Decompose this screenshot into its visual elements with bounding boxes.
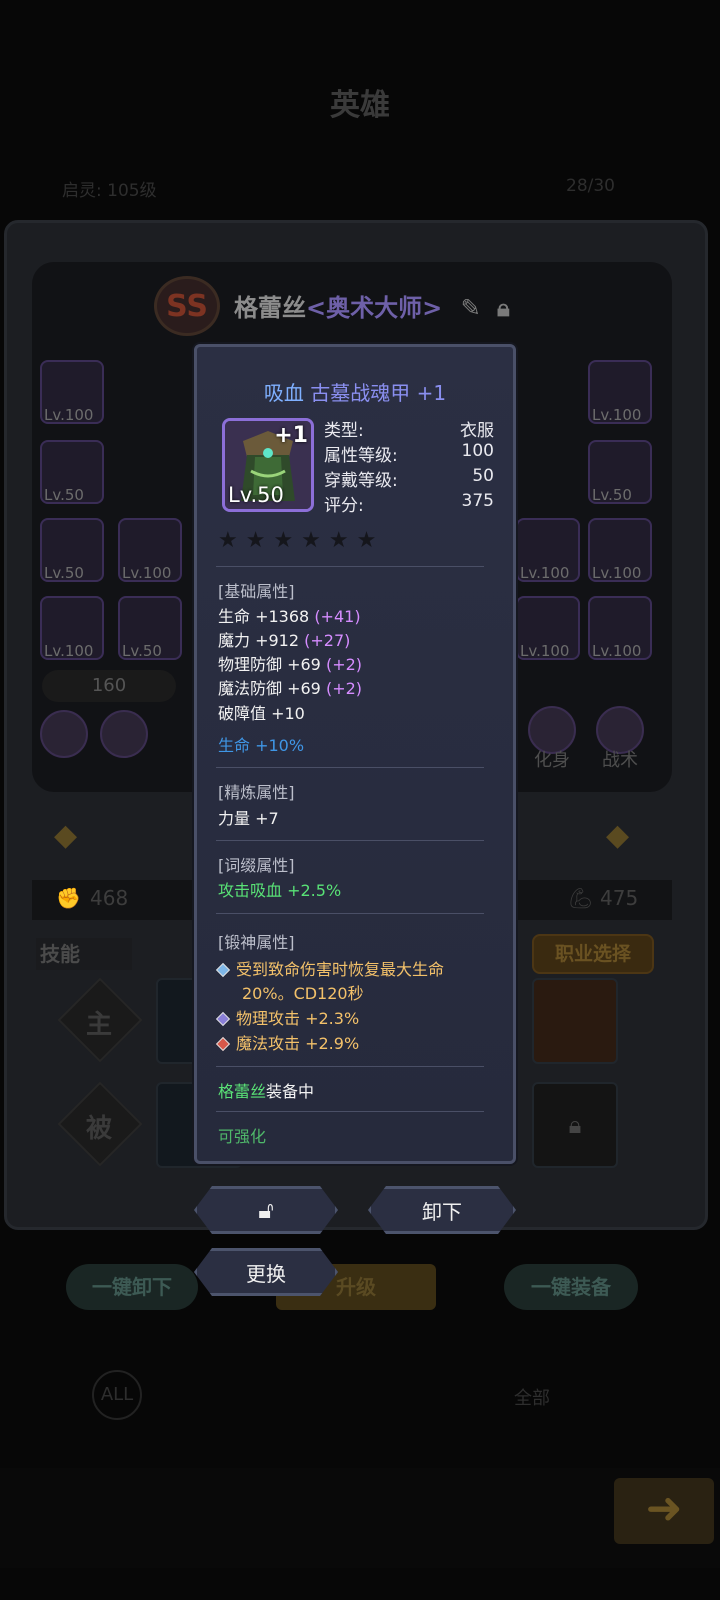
unequip-button[interactable]: 卸下 <box>368 1186 516 1234</box>
basic-attr-row: 魔法防御 +69 (+2) <box>218 679 363 698</box>
passive-skill-label: 被 <box>86 1114 113 1144</box>
forge-attr-row-cont: 20%。CD120秒 <box>242 984 364 1003</box>
diamond-icon <box>215 1036 231 1052</box>
tactics-label: 战术 <box>602 750 638 771</box>
locked-skill-slot[interactable]: 🔒︎ <box>532 1082 618 1168</box>
unlock-icon: 🔓︎ <box>258 1196 274 1224</box>
item-level: Lv.50 <box>228 483 284 507</box>
item-prefix: 吸血 <box>263 381 304 405</box>
bottom-nav <box>0 1468 720 1568</box>
active-skill-label: 主 <box>86 1010 113 1040</box>
skill-slot[interactable] <box>532 978 618 1064</box>
diamond-icon <box>215 962 231 978</box>
fist-icon: ✊ <box>56 886 81 910</box>
divider <box>216 566 484 567</box>
basic-attr-row: 破障值 +10 <box>218 704 305 723</box>
arm-icon: 💪︎ <box>568 886 594 910</box>
lock-icon[interactable]: 🔒︎ <box>497 294 510 322</box>
spirit-icon[interactable] <box>100 710 148 758</box>
meta-row: 类型: 衣服 <box>324 421 494 441</box>
hero-class: <奥术大师> <box>306 294 443 322</box>
item-icon: +1 Lv.50 <box>222 418 314 512</box>
job-select-button[interactable]: 职业选择 <box>532 934 654 974</box>
equip-slot[interactable]: Lv.100 <box>40 360 104 424</box>
item-enhance-level: +1 <box>274 423 308 448</box>
next-arrow-icon[interactable]: ◆ <box>606 818 629 853</box>
filter-label[interactable]: 全部 <box>514 1384 550 1410</box>
unequip-all-button[interactable]: 一键卸下 <box>66 1264 198 1310</box>
basic-attr-row: 生命 +1368 (+41) <box>218 607 361 626</box>
refine-attr-title: [精炼属性] <box>218 783 295 802</box>
divider <box>216 840 484 841</box>
forge-attr-row: 受到致命伤害时恢复最大生命 <box>215 956 444 980</box>
lock-button[interactable]: 🔓︎ <box>194 1186 338 1234</box>
shield-icon[interactable] <box>40 710 88 758</box>
skills-tab: 技能 <box>36 938 132 970</box>
power-value: 160 <box>42 670 176 702</box>
awaken-level: 启灵: 105级 <box>62 181 157 201</box>
star-rating: ★★★★★★ <box>218 528 385 553</box>
basic-attr-row: 魔力 +912 (+27) <box>218 631 351 650</box>
stat-right: 475 <box>600 886 639 910</box>
equip-slot[interactable]: Lv.50 <box>40 440 104 504</box>
item-title: 吸血 古墓战魂甲 +1 <box>197 377 513 406</box>
hero-name: 格蕾丝 <box>234 294 306 322</box>
hero-count: 28/30 <box>566 176 615 196</box>
basic-attr-title: [基础属性] <box>218 582 295 601</box>
equip-slot[interactable]: Lv.50 <box>588 440 652 504</box>
basic-extra-attr: 生命 +10% <box>218 736 305 755</box>
refine-attr-row: 力量 +7 <box>218 809 279 828</box>
diamond-icon <box>215 1011 231 1027</box>
divider <box>216 913 484 914</box>
forge-attr-row: 物理攻击 +2.3% <box>215 1005 359 1029</box>
edit-icon[interactable]: ✎ <box>461 294 481 322</box>
meta-row: 评分: 375 <box>324 491 494 516</box>
equip-slot[interactable]: Lv.100 <box>588 360 652 424</box>
meta-row: 属性等级: 100 <box>324 441 494 466</box>
screen-title: 英雄 <box>330 88 390 123</box>
prev-arrow-icon[interactable]: ◆ <box>54 818 77 853</box>
rarity-badge: SS <box>154 276 220 336</box>
upgradable-status: 可强化 <box>218 1127 267 1146</box>
divider <box>216 1066 484 1067</box>
avatar-label: 化身 <box>534 750 570 771</box>
equipped-status: 格蕾丝装备中 <box>218 1082 315 1101</box>
replace-button[interactable]: 更换 <box>194 1248 338 1296</box>
stat-left: 468 <box>90 886 129 910</box>
equip-all-button[interactable]: 一键装备 <box>504 1264 638 1310</box>
divider <box>216 1111 484 1112</box>
basic-attr-row: 物理防御 +69 (+2) <box>218 655 363 674</box>
equip-slot[interactable]: Lv.100 <box>40 596 104 660</box>
equip-slot[interactable]: Lv.100 <box>516 596 580 660</box>
meta-row: 穿戴等级: 50 <box>324 466 494 491</box>
equip-slot[interactable]: Lv.100 <box>588 596 652 660</box>
forward-arrow-icon[interactable]: ➜ <box>614 1478 714 1544</box>
equip-slot[interactable]: Lv.100 <box>588 518 652 582</box>
forge-attr-row: 魔法攻击 +2.9% <box>215 1030 359 1054</box>
divider <box>216 767 484 768</box>
equip-slot[interactable]: Lv.50 <box>118 596 182 660</box>
affix-attr-title: [词缀属性] <box>218 856 295 875</box>
hero-name-bar: 格蕾丝<奥术大师> ✎ 🔒︎ <box>234 288 510 323</box>
equip-slot[interactable]: Lv.50 <box>40 518 104 582</box>
item-name: 古墓战魂甲 +1 <box>310 381 447 405</box>
forge-attr-title: [锻神属性] <box>218 933 295 952</box>
filter-all-button[interactable]: ALL <box>92 1370 142 1420</box>
equip-slot[interactable]: Lv.100 <box>516 518 580 582</box>
affix-attr-row: 攻击吸血 +2.5% <box>218 881 342 900</box>
equip-slot[interactable]: Lv.100 <box>118 518 182 582</box>
